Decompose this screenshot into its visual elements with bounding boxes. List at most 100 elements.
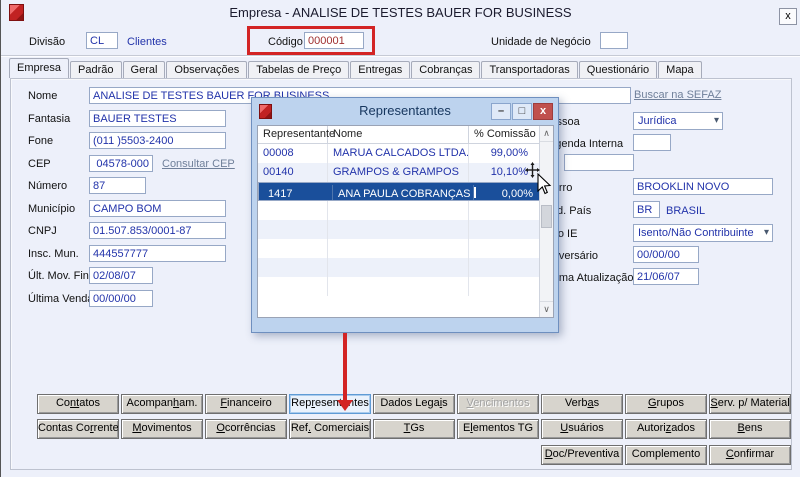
nome-label: Nome [28,90,58,102]
btn-contatos[interactable]: Contatos [37,394,119,414]
cnpj-field[interactable] [89,222,226,239]
representante-row[interactable]: 1417ANA PAULA COBRANÇAS S.A.-0,00% [258,182,553,201]
tab-padrao[interactable]: Padrão [70,61,122,78]
cell-nome [328,258,469,277]
codigo-field[interactable] [304,32,364,49]
cell-comissao [469,258,541,277]
numero-field[interactable] [89,177,146,194]
empty-row[interactable] [258,258,553,277]
divisao-field[interactable] [86,32,118,49]
tab-empresa[interactable]: Empresa [9,58,70,78]
tab-questionario[interactable]: Questionário [578,61,658,78]
bairro-field[interactable] [633,178,773,195]
btn-serv-p-material[interactable]: Serv. p/ Material [709,394,791,414]
representantes-table: Representante Nome % Comissão 00008 MARUA… [257,125,554,318]
btn-bens[interactable]: Bens [709,419,791,439]
tab-geral[interactable]: Geral [122,61,166,78]
tab-observacoes[interactable]: Observações [166,61,248,78]
cell-representante [258,220,328,239]
empty-row[interactable] [258,277,553,296]
unidade-negocio-field[interactable] [600,32,628,49]
column-header-comissao[interactable]: % Comissão [469,126,541,143]
column-header-representante[interactable]: Representante [258,126,335,143]
cell-representante [258,201,328,220]
tipo-ie-value: Isento/Não Contribuinte [638,227,754,239]
empty-row[interactable] [258,239,553,258]
column-header-nome[interactable]: Nome [328,126,469,143]
btn-usuarios[interactable]: Usuários [541,419,623,439]
cell-comissao: 10,10% [469,163,541,182]
empty-row[interactable] [258,201,553,220]
representantes-dialog: Representantes – □ x Representante Nome … [251,97,559,333]
table-header-row: Representante Nome % Comissão [258,126,553,144]
consultar-cep-link[interactable]: Consultar CEP [162,158,235,170]
codigo-label: Código [268,36,303,48]
ultima-atualizacao-field[interactable] [633,268,699,285]
cell-nome [328,220,469,239]
btn-autorizados[interactable]: Autorizados [625,419,707,439]
scroll-up-icon[interactable]: ∧ [540,126,553,142]
municipio-field[interactable] [89,200,226,217]
btn-financeiro[interactable]: Financeiro [205,394,287,414]
btn-elementos-tg[interactable]: Elementos TG [457,419,539,439]
table-body: 00008 MARUA CALCADOS LTDA. 99,00% 00140 GRAM… [258,144,553,296]
btn-ocorrencias[interactable]: Ocorrências [205,419,287,439]
cell-comissao: 0,00% [474,185,546,200]
tab-mapa[interactable]: Mapa [658,61,702,78]
buscar-sefaz-link[interactable]: Buscar na SEFAZ [634,89,721,101]
representante-row[interactable]: 00008 MARUA CALCADOS LTDA. 99,00% [258,144,553,163]
extra-field[interactable] [564,154,634,171]
btn-tgs[interactable]: TGs [373,419,455,439]
maximize-button[interactable]: □ [512,103,532,120]
representante-row[interactable]: 00140 GRAMPOS & GRAMPOS 10,10% [258,163,553,182]
minimize-button[interactable]: – [491,103,511,120]
btn-ref-comerciais[interactable]: Ref. Comerciais [289,419,371,439]
dialog-close-button[interactable]: x [533,103,553,120]
btn-verbas[interactable]: Verbas [541,394,623,414]
cep-field[interactable] [89,155,153,172]
btn-representantes[interactable]: Representantes [289,394,371,414]
cell-comissao [469,220,541,239]
scrollbar-thumb[interactable] [541,205,552,228]
empty-row[interactable] [258,220,553,239]
btn-confirmar[interactable]: Confirmar [709,445,791,465]
btn-acompanham[interactable]: Acompanham. [121,394,203,414]
ult-mov-fin-field[interactable] [89,267,153,284]
cell-representante [258,277,328,296]
ult-mov-fin-label: Últ. Mov. Fin. [28,270,92,282]
tab-transportadoras[interactable]: Transportadoras [481,61,578,78]
btn-movimentos[interactable]: Movimentos [121,419,203,439]
insc-mun-field[interactable] [89,245,226,262]
btn-grupos[interactable]: Grupos [625,394,707,414]
unidade-negocio-label: Unidade de Negócio [491,36,591,48]
fone-field[interactable] [89,132,226,149]
tab-tabelas-de-preco[interactable]: Tabelas de Preço [248,61,350,78]
cod-pais-field[interactable] [633,201,660,218]
tab-bar: Empresa Padrão Geral Observações Tabelas de … [9,58,703,78]
top-separator [1,55,800,57]
tab-entregas[interactable]: Entregas [350,61,411,78]
cell-nome: MARUA CALCADOS LTDA. [328,144,469,163]
btn-doc-preventiva[interactable]: Doc/Preventiva [541,445,623,465]
pessoa-dropdown[interactable]: Jurídica ▾ [633,112,723,130]
fantasia-field[interactable] [89,110,226,127]
cell-comissao: 99,00% [469,144,541,163]
ultima-venda-label: Última Venda [28,293,94,305]
tipo-ie-dropdown[interactable]: Isento/Não Contribuinte ▾ [633,224,773,242]
btn-complemento[interactable]: Complemento [625,445,707,465]
tab-cobrancas[interactable]: Cobranças [411,61,481,78]
btn-contas-correntes[interactable]: Contas Correntes [37,419,119,439]
table-scrollbar[interactable]: ∧ ∨ [539,126,553,317]
scroll-down-icon[interactable]: ∨ [540,301,553,317]
insc-mun-label: Insc. Mun. [28,248,79,260]
btn-dados-legais[interactable]: Dados Legais [373,394,455,414]
legenda-interna-field[interactable] [633,134,671,151]
window-close-button[interactable]: x [779,8,797,25]
chevron-down-icon: ▾ [713,115,719,126]
cell-representante [258,258,328,277]
cell-representante: 00008 [258,144,328,163]
window-title: Empresa - ANALISE DE TESTES BAUER FOR BU… [229,5,572,20]
numero-label: Número [28,180,68,192]
ultima-venda-field[interactable] [89,290,153,307]
aniversario-field[interactable] [633,246,699,263]
